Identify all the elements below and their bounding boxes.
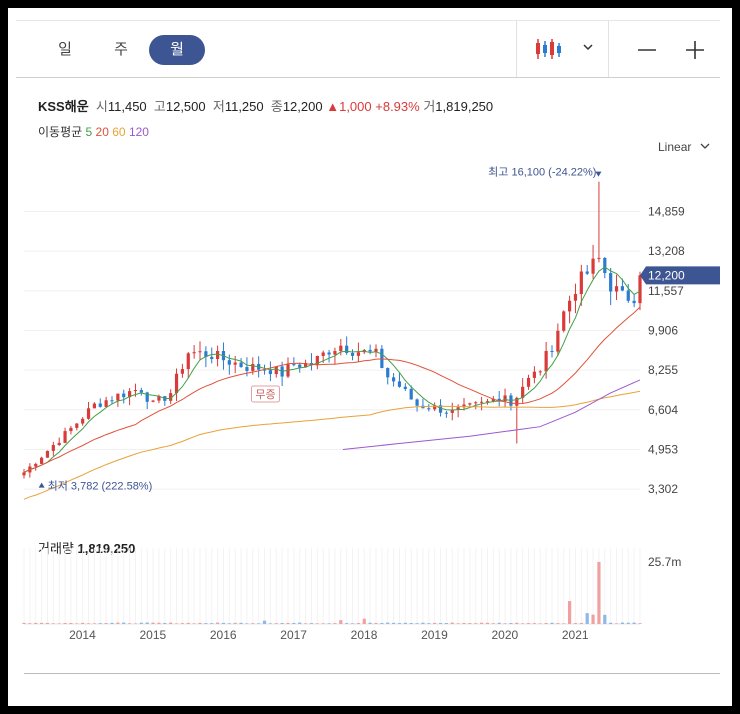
volume-title-value: 1,819,250 — [77, 541, 136, 556]
tab-month[interactable]: 월 — [149, 35, 205, 65]
toolbar-divider — [608, 21, 609, 77]
high-value: 12,500 — [165, 99, 206, 114]
low-value: 11,250 — [224, 99, 264, 114]
scale-label: Linear — [658, 140, 692, 154]
tab-week[interactable]: 주 — [106, 35, 136, 65]
volume-title: 거래량 1,819,250 — [38, 538, 135, 557]
open-label: 시 — [95, 99, 108, 114]
tab-day[interactable]: 일 — [50, 35, 80, 65]
ma-20[interactable]: 20 — [96, 125, 109, 139]
candlestick-icon[interactable] — [534, 37, 562, 66]
change-percent: +8.93% — [375, 99, 420, 114]
volume-value: 1,819,250 — [435, 99, 494, 114]
open-value: 11,450 — [107, 99, 147, 114]
close-value: 12,200 — [282, 99, 323, 114]
chevron-down-icon[interactable] — [582, 39, 594, 57]
ma-5[interactable]: 5 — [86, 125, 93, 139]
minus-icon[interactable] — [636, 39, 658, 66]
change-value: ▲1,000 — [326, 99, 372, 114]
chart-toolbar: 일 주 월 — [16, 20, 720, 78]
chevron-down-icon — [700, 143, 710, 149]
stock-name: KSS해운 — [38, 99, 89, 114]
ma-60[interactable]: 60 — [112, 125, 125, 139]
ma-label: 이동평균 — [38, 125, 83, 139]
moving-average-legend: 이동평균 5 20 60 120 — [38, 123, 149, 140]
scale-selector[interactable]: Linear — [658, 140, 711, 154]
bottom-divider — [24, 673, 720, 674]
low-label: 저 — [212, 99, 225, 114]
toolbar-divider — [516, 21, 517, 77]
ma-120[interactable]: 120 — [129, 125, 149, 139]
high-label: 고 — [153, 99, 166, 114]
close-label: 종 — [270, 99, 283, 114]
plus-icon[interactable] — [684, 39, 706, 66]
volume-title-label: 거래량 — [38, 541, 74, 556]
volume-label: 거 — [423, 99, 436, 114]
stock-summary: KSS해운 시11,450 고12,500 저11,250 종12,200 ▲1… — [38, 96, 493, 115]
